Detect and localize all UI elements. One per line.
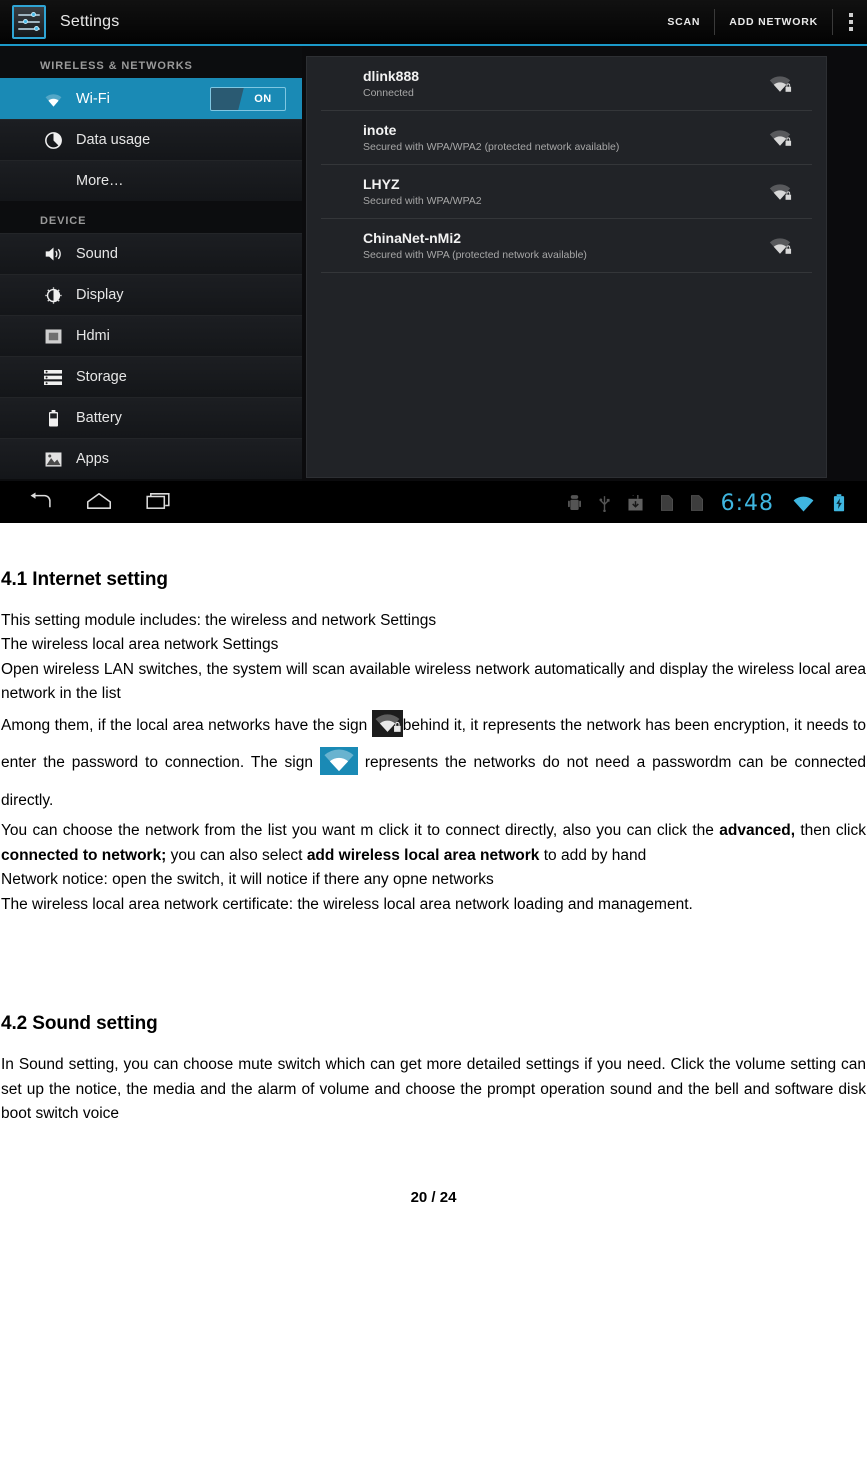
sidebar-item-label: Display [76, 287, 124, 303]
toggle-state-label: ON [254, 93, 272, 105]
hdmi-icon [40, 328, 66, 344]
sidebar-item-more[interactable]: More… [0, 160, 302, 201]
sidebar-item-label: More… [76, 173, 124, 189]
brightness-icon [40, 286, 66, 304]
sidebar-item-battery[interactable]: Battery [0, 397, 302, 438]
wifi-lock-icon [762, 74, 798, 93]
text-run: Among them, if the local area networks h… [1, 716, 372, 734]
wifi-icon [40, 92, 66, 107]
network-status: Secured with WPA (protected network avai… [363, 249, 587, 261]
network-ssid: ChinaNet-nMi2 [363, 230, 461, 246]
sidebar-item-label: Data usage [76, 132, 151, 148]
wifi-lock-icon [762, 182, 798, 201]
page-number: 20 / 24 [410, 1188, 457, 1206]
storage-icon [40, 369, 66, 385]
heading-4-1: 4.1 Internet setting [1, 569, 168, 590]
wifi-open-icon [319, 747, 358, 776]
network-status: Secured with WPA/WPA2 (protected network… [363, 141, 620, 153]
home-icon[interactable] [86, 492, 112, 515]
scan-button[interactable]: SCAN [653, 9, 714, 35]
network-ssid: inote [363, 122, 397, 138]
overflow-menu-icon[interactable] [833, 0, 867, 44]
settings-sliders-icon [12, 5, 46, 39]
paragraph-network-notice: Network notice: open the switch, it will… [1, 871, 494, 889]
paragraph-intro-line-2: The wireless local area network Settings [1, 636, 279, 654]
app-title: Settings [60, 13, 120, 30]
paragraph-intro-line-1: This setting module includes: the wirele… [1, 612, 437, 629]
sidebar-item-label: Sound [76, 246, 118, 262]
document-body: 4.1 Internet setting This setting module… [0, 569, 867, 1206]
wifi-lock-icon [762, 128, 798, 147]
action-bar: Settings SCAN ADD NETWORK [0, 0, 867, 46]
sd-card-icon [690, 495, 703, 511]
settings-sidebar: WIRELESS & NETWORKS Wi-Fi ON Data usage … [0, 46, 302, 481]
sidebar-item-hdmi[interactable]: Hdmi [0, 315, 302, 356]
network-row[interactable]: LHYZ Secured with WPA/WPA2 [321, 165, 812, 219]
network-status: Connected [363, 87, 414, 99]
paragraph-intro-line-3: Open wireless LAN switches, the system w… [1, 660, 866, 703]
wifi-toggle[interactable]: ON [210, 87, 286, 111]
paragraph-sign-explanation: Among them, if the local area networks h… [1, 707, 866, 820]
sidebar-item-data-usage[interactable]: Data usage [0, 119, 302, 160]
section-header-wireless: WIRELESS & NETWORKS [40, 60, 193, 72]
download-icon [628, 495, 643, 511]
paragraph-connect-instructions: You can choose the network from the list… [1, 819, 866, 868]
android-debug-icon [567, 495, 581, 511]
apps-image-icon [40, 451, 66, 467]
network-row[interactable]: dlink888 Connected [321, 57, 812, 111]
network-list[interactable]: dlink888 Connected inote Secured with WP… [306, 56, 827, 478]
wifi-network-list-panel: dlink888 Connected inote Secured with WP… [302, 46, 867, 481]
text-run: You can choose the network from the list… [1, 822, 720, 840]
sidebar-item-label: Hdmi [76, 328, 110, 344]
sidebar-item-label: Apps [76, 451, 110, 467]
android-settings-screenshot: Settings SCAN ADD NETWORK WIRELESS & NET… [0, 0, 867, 523]
status-clock: 6:48 [720, 490, 774, 516]
text-run: then click [795, 822, 866, 840]
sidebar-item-apps[interactable]: Apps [0, 438, 302, 479]
usb-icon [599, 495, 610, 512]
network-status: Secured with WPA/WPA2 [363, 195, 482, 207]
paragraph-certificate: The wireless local area network certific… [1, 895, 693, 913]
sidebar-item-storage[interactable]: Storage [0, 356, 302, 397]
page: Settings SCAN ADD NETWORK WIRELESS & NET… [0, 0, 867, 1474]
sidebar-item-label: Wi-Fi [76, 91, 110, 107]
recents-icon[interactable] [146, 492, 170, 515]
sidebar-item-display[interactable]: Display [0, 274, 302, 315]
bold-advanced: advanced, [719, 822, 796, 840]
add-network-button[interactable]: ADD NETWORK [715, 9, 832, 35]
sd-card-icon [660, 495, 673, 511]
text-run: to add by hand [539, 846, 647, 864]
sidebar-item-label: Storage [76, 369, 127, 385]
toggle-knob [211, 88, 244, 110]
heading-4-2: 4.2 Sound setting [1, 1013, 158, 1035]
back-icon[interactable] [28, 491, 52, 515]
sidebar-item-wifi[interactable]: Wi-Fi ON [0, 78, 302, 119]
wifi-status-icon [792, 495, 815, 512]
text-run: you can also select [166, 846, 307, 864]
section-header-device: DEVICE [40, 215, 87, 227]
battery-icon [40, 409, 66, 427]
wifi-lock-icon [371, 709, 403, 737]
data-usage-icon [40, 131, 66, 149]
wifi-lock-icon [762, 236, 798, 255]
battery-charging-icon [833, 494, 845, 512]
bold-connected-to-network: connected to network; [1, 846, 167, 864]
system-navigation-bar: 6:48 [0, 481, 867, 523]
action-bar-actions: SCAN ADD NETWORK [653, 0, 867, 44]
sidebar-item-sound[interactable]: Sound [0, 233, 302, 274]
nav-buttons [28, 491, 170, 515]
network-row[interactable]: inote Secured with WPA/WPA2 (protected n… [321, 111, 812, 165]
paragraph-sound-setting: In Sound setting, you can choose mute sw… [1, 1056, 866, 1123]
settings-body: WIRELESS & NETWORKS Wi-Fi ON Data usage … [0, 46, 867, 481]
network-row[interactable]: ChinaNet-nMi2 Secured with WPA (protecte… [321, 219, 812, 273]
network-ssid: LHYZ [363, 176, 400, 192]
bold-add-wireless-network: add wireless local area network [306, 846, 540, 864]
sidebar-item-label: Battery [76, 410, 122, 426]
network-ssid: dlink888 [363, 68, 420, 84]
speaker-icon [40, 246, 66, 262]
status-icons: 6:48 [567, 490, 851, 516]
